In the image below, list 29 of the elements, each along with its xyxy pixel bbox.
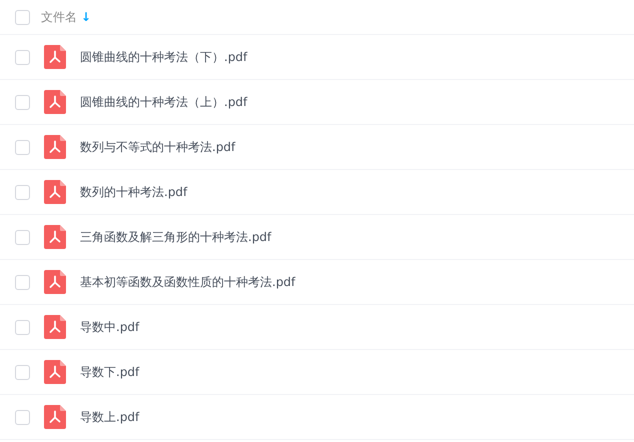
file-name[interactable]: 导数上.pdf — [80, 408, 140, 426]
file-name[interactable]: 数列与不等式的十种考法.pdf — [80, 138, 236, 156]
pdf-file-icon — [44, 135, 66, 159]
row-checkbox[interactable] — [15, 140, 30, 154]
row-checkbox[interactable] — [15, 94, 30, 110]
file-name[interactable]: 数列的十种考法.pdf — [80, 184, 188, 200]
file-name[interactable]: 导数中.pdf — [80, 318, 140, 336]
row-checkbox[interactable] — [15, 410, 30, 424]
file-name[interactable]: 三角函数及解三角形的十种考法.pdf — [80, 228, 272, 246]
row-checkbox[interactable] — [15, 364, 30, 380]
row-checkbox[interactable] — [15, 320, 30, 334]
pdf-file-icon — [44, 360, 66, 384]
row-checkbox[interactable] — [15, 230, 30, 244]
file-name[interactable]: 圆锥曲线的十种考法（下）.pdf — [80, 48, 248, 66]
select-all-checkbox[interactable] — [15, 10, 30, 24]
row-checkbox[interactable] — [15, 274, 30, 290]
pdf-file-icon — [44, 405, 66, 429]
file-name[interactable]: 圆锥曲线的十种考法（上）.pdf — [80, 94, 248, 110]
column-header[interactable]: 文件名 — [41, 8, 77, 26]
pdf-file-icon — [44, 225, 66, 249]
file-name[interactable]: 基本初等函数及函数性质的十种考法.pdf — [80, 274, 296, 290]
row-checkbox[interactable] — [15, 50, 30, 64]
row-checkbox[interactable] — [15, 184, 30, 200]
file-name[interactable]: 导数下.pdf — [80, 364, 140, 380]
pdf-file-icon — [44, 180, 66, 204]
pdf-file-icon — [44, 315, 66, 339]
pdf-file-icon — [44, 45, 66, 69]
pdf-file-icon — [44, 90, 66, 114]
pdf-file-icon — [44, 270, 66, 294]
